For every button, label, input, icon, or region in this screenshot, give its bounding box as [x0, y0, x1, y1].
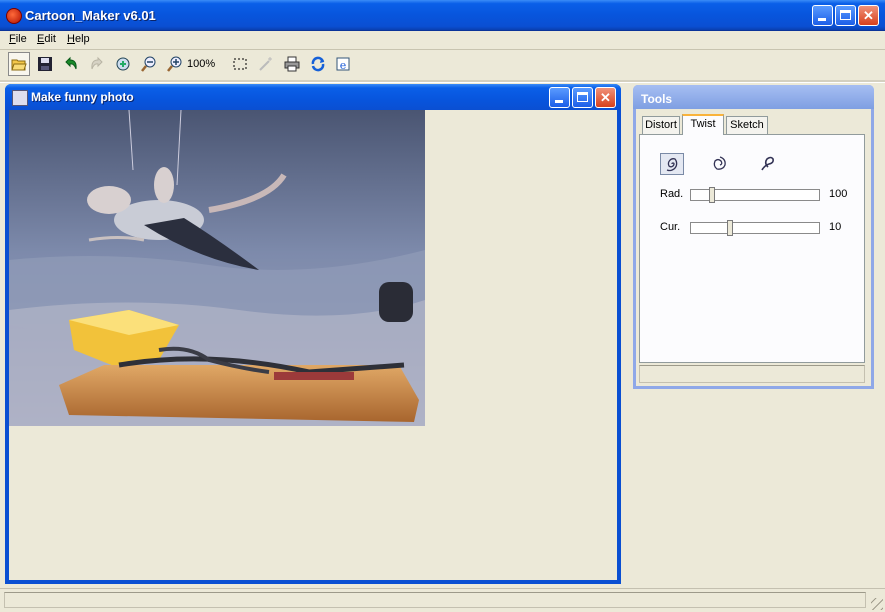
tools-panel: Tools Distort Twist Sketch Rad. 100 Cur.… [633, 85, 874, 389]
redo-button[interactable] [86, 52, 108, 76]
svg-text:e: e [340, 59, 347, 72]
open-button[interactable] [8, 52, 30, 76]
print-icon [284, 56, 300, 72]
tab-distort[interactable]: Distort [642, 116, 680, 134]
save-button[interactable] [34, 52, 56, 76]
refresh-icon [311, 56, 325, 72]
magic-wand-icon [259, 57, 272, 71]
twist-tab-panel: Rad. 100 Cur. 10 [639, 134, 865, 363]
undo-button[interactable] [60, 52, 82, 76]
menu-edit[interactable]: Edit [37, 33, 56, 45]
toolbar-divider [0, 80, 885, 83]
document-title: Make funny photo [31, 90, 134, 104]
tab-sketch[interactable]: Sketch [726, 116, 768, 134]
maximize-icon [840, 10, 851, 20]
toolbar: 100% e [2, 52, 362, 78]
menu-divider [0, 49, 885, 50]
close-icon: ✕ [600, 90, 611, 105]
twist-wave-button[interactable] [756, 153, 780, 175]
document-titlebar[interactable]: Make funny photo ✕ [5, 84, 621, 110]
save-icon [38, 57, 52, 71]
document-minimize-button[interactable] [549, 87, 570, 108]
document-maximize-button[interactable] [572, 87, 593, 108]
photo-image[interactable] [9, 110, 425, 426]
spiral-icon [666, 158, 678, 172]
browser-icon: e [336, 57, 350, 72]
status-pane [4, 592, 866, 608]
maximize-icon [577, 92, 588, 102]
redo-icon [91, 56, 103, 70]
document-icon [12, 90, 28, 106]
fit-icon [116, 57, 130, 71]
open-folder-icon [11, 59, 27, 71]
menu-help[interactable]: Help [67, 33, 90, 45]
close-button[interactable]: ✕ [858, 5, 879, 26]
select-button[interactable] [229, 52, 251, 76]
minimize-icon [818, 18, 826, 21]
tools-title: Tools [641, 92, 673, 106]
curve-slider-thumb[interactable] [727, 220, 734, 236]
document-window: Make funny photo ✕ [5, 84, 621, 584]
menu-file[interactable]: File [9, 33, 27, 45]
document-close-button[interactable]: ✕ [595, 87, 616, 108]
twist-clockwise-button[interactable] [660, 153, 684, 175]
whirl-icon [761, 156, 774, 171]
wand-button[interactable] [255, 52, 277, 76]
radius-value: 100 [829, 188, 848, 200]
app-titlebar[interactable]: Cartoon_Maker v6.01 ✕ [0, 0, 885, 31]
maximize-button[interactable] [835, 5, 856, 26]
curve-label: Cur. [660, 221, 681, 233]
menubar: File Edit Help [0, 31, 885, 49]
app-title: Cartoon_Maker v6.01 [25, 8, 156, 23]
app-logo-icon [6, 8, 22, 24]
fit-button[interactable] [112, 52, 134, 76]
zoom-out-icon [141, 56, 156, 72]
refresh-button[interactable] [307, 52, 329, 76]
close-icon: ✕ [863, 8, 874, 23]
swirl-icon [713, 156, 726, 170]
zoom-in-button[interactable] [164, 52, 186, 76]
curve-slider-track[interactable] [690, 222, 820, 234]
zoom-out-button[interactable] [138, 52, 160, 76]
minimize-icon [555, 100, 563, 103]
tools-status-bar [639, 365, 865, 383]
tools-titlebar[interactable]: Tools [633, 85, 874, 109]
radius-slider-thumb[interactable] [708, 187, 715, 203]
status-bar [0, 588, 885, 612]
curve-value: 10 [829, 221, 842, 233]
minimize-button[interactable] [812, 5, 833, 26]
document-canvas[interactable] [9, 110, 617, 580]
twist-counter-button[interactable] [708, 153, 732, 175]
radius-label: Rad. [660, 188, 684, 200]
zoom-level: 100% [187, 58, 216, 70]
zoom-in-icon [167, 56, 182, 72]
tools-body: Distort Twist Sketch Rad. 100 Cur. 10 [636, 109, 871, 386]
tab-twist[interactable]: Twist [682, 114, 724, 135]
select-rect-icon [233, 58, 247, 70]
resize-grip-icon[interactable] [871, 598, 883, 610]
browser-button[interactable]: e [333, 52, 355, 76]
undo-icon [65, 56, 77, 70]
print-button[interactable] [281, 52, 303, 76]
